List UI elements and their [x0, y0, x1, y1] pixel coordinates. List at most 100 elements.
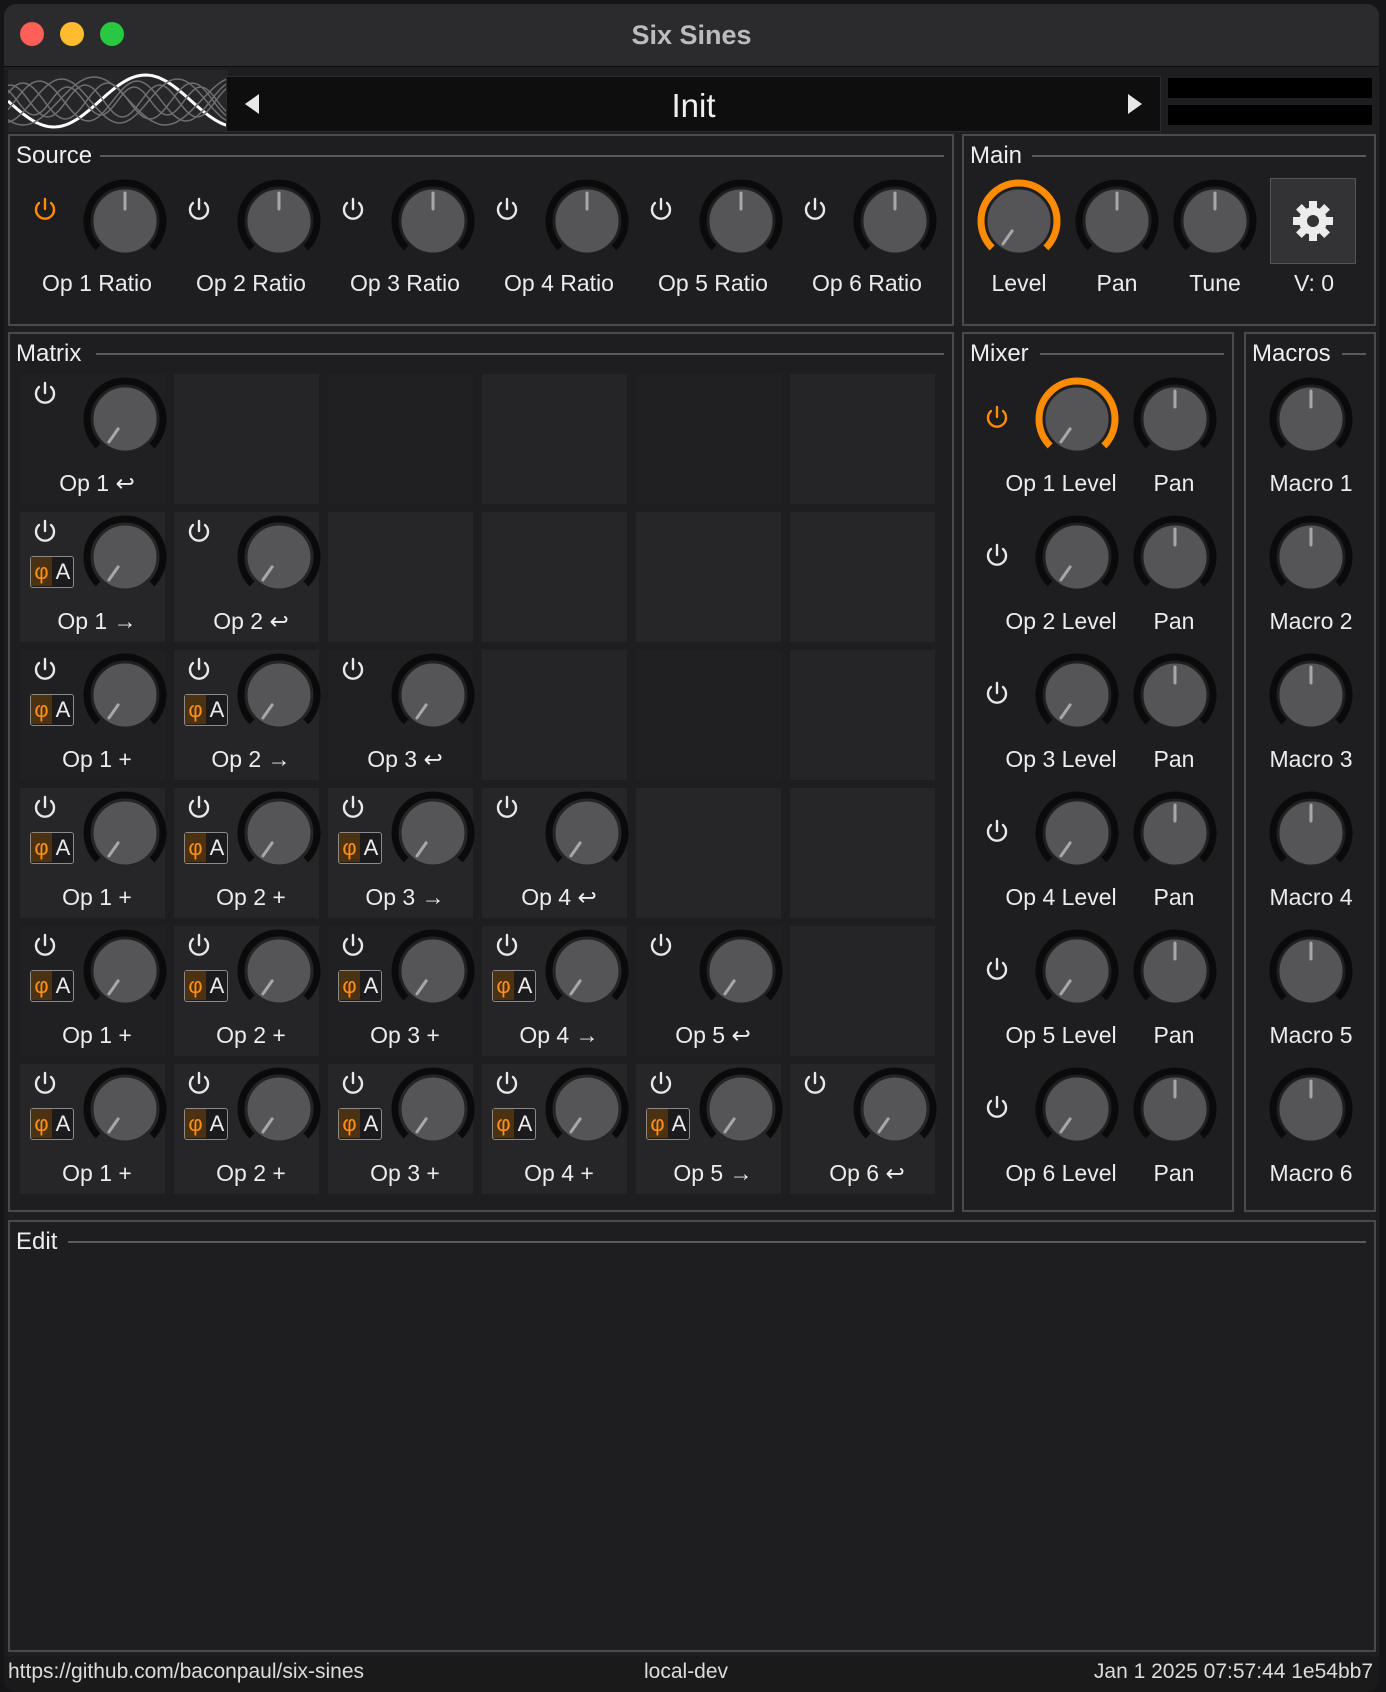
phase-toggle[interactable]: φA: [492, 970, 536, 1002]
status-url[interactable]: https://github.com/baconpaul/six-sines: [8, 1660, 364, 1684]
power-icon[interactable]: [982, 816, 1012, 846]
power-icon[interactable]: [30, 930, 60, 960]
depth-knob[interactable]: [542, 926, 632, 1016]
phase-toggle[interactable]: φA: [30, 970, 74, 1002]
macro-knob[interactable]: [1266, 788, 1356, 878]
phase-toggle[interactable]: φA: [184, 970, 228, 1002]
power-icon[interactable]: [30, 1068, 60, 1098]
depth-knob[interactable]: [80, 650, 170, 740]
op-level-knob[interactable]: [1032, 1064, 1122, 1154]
depth-knob[interactable]: [388, 650, 478, 740]
power-icon[interactable]: [338, 792, 368, 822]
tune-knob[interactable]: [1170, 176, 1260, 266]
pan-knob[interactable]: [1072, 176, 1162, 266]
ratio-knob[interactable]: [542, 176, 632, 266]
phase-toggle[interactable]: φA: [30, 832, 74, 864]
depth-knob[interactable]: [234, 788, 324, 878]
power-icon[interactable]: [184, 930, 214, 960]
phase-toggle[interactable]: φA: [338, 1108, 382, 1140]
power-icon[interactable]: [982, 402, 1012, 432]
phase-toggle[interactable]: φA: [492, 1108, 536, 1140]
depth-knob[interactable]: [80, 926, 170, 1016]
preset-name[interactable]: Init: [227, 87, 1160, 125]
phase-toggle[interactable]: φA: [338, 970, 382, 1002]
phase-toggle[interactable]: φA: [184, 694, 228, 726]
depth-knob[interactable]: [234, 650, 324, 740]
depth-knob[interactable]: [696, 926, 786, 1016]
depth-knob[interactable]: [234, 512, 324, 602]
power-icon[interactable]: [338, 930, 368, 960]
power-icon[interactable]: [492, 930, 522, 960]
power-icon[interactable]: [184, 1068, 214, 1098]
depth-knob[interactable]: [388, 926, 478, 1016]
preset-browser[interactable]: Init: [226, 76, 1161, 132]
level-knob[interactable]: [974, 176, 1064, 266]
phase-toggle[interactable]: φA: [338, 832, 382, 864]
phase-toggle[interactable]: φA: [184, 1108, 228, 1140]
macro-knob[interactable]: [1266, 926, 1356, 1016]
depth-knob[interactable]: [388, 1064, 478, 1154]
depth-knob[interactable]: [234, 926, 324, 1016]
power-icon[interactable]: [30, 516, 60, 546]
power-icon[interactable]: [800, 194, 830, 224]
power-icon[interactable]: [184, 654, 214, 684]
op-level-knob[interactable]: [1032, 512, 1122, 602]
power-icon[interactable]: [646, 930, 676, 960]
phase-toggle[interactable]: φA: [184, 832, 228, 864]
settings-button[interactable]: [1270, 178, 1356, 264]
power-icon[interactable]: [184, 516, 214, 546]
macro-knob[interactable]: [1266, 374, 1356, 464]
power-icon[interactable]: [800, 1068, 830, 1098]
op-level-knob[interactable]: [1032, 650, 1122, 740]
power-icon[interactable]: [30, 194, 60, 224]
depth-knob[interactable]: [234, 1064, 324, 1154]
ratio-knob[interactable]: [696, 176, 786, 266]
op-pan-knob[interactable]: [1130, 650, 1220, 740]
power-icon[interactable]: [184, 792, 214, 822]
ratio-knob[interactable]: [388, 176, 478, 266]
ratio-knob[interactable]: [850, 176, 940, 266]
depth-knob[interactable]: [542, 1064, 632, 1154]
ratio-knob[interactable]: [80, 176, 170, 266]
phase-toggle[interactable]: φA: [30, 556, 74, 588]
power-icon[interactable]: [646, 194, 676, 224]
power-icon[interactable]: [646, 1068, 676, 1098]
op-level-knob[interactable]: [1032, 926, 1122, 1016]
power-icon[interactable]: [338, 194, 368, 224]
power-icon[interactable]: [982, 540, 1012, 570]
depth-knob[interactable]: [80, 512, 170, 602]
op-pan-knob[interactable]: [1130, 1064, 1220, 1154]
power-icon[interactable]: [338, 1068, 368, 1098]
power-icon[interactable]: [30, 792, 60, 822]
power-icon[interactable]: [492, 792, 522, 822]
op-pan-knob[interactable]: [1130, 788, 1220, 878]
power-icon[interactable]: [184, 194, 214, 224]
phase-toggle[interactable]: φA: [30, 694, 74, 726]
phase-toggle[interactable]: φA: [30, 1108, 74, 1140]
depth-knob[interactable]: [388, 788, 478, 878]
power-icon[interactable]: [982, 1092, 1012, 1122]
macro-knob[interactable]: [1266, 512, 1356, 602]
power-icon[interactable]: [30, 654, 60, 684]
depth-knob[interactable]: [80, 788, 170, 878]
op-level-knob[interactable]: [1032, 374, 1122, 464]
power-icon[interactable]: [338, 654, 368, 684]
macro-knob[interactable]: [1266, 650, 1356, 740]
phase-toggle[interactable]: φA: [646, 1108, 690, 1140]
op-pan-knob[interactable]: [1130, 374, 1220, 464]
depth-knob[interactable]: [850, 1064, 940, 1154]
macro-knob[interactable]: [1266, 1064, 1356, 1154]
power-icon[interactable]: [492, 194, 522, 224]
power-icon[interactable]: [30, 378, 60, 408]
op-pan-knob[interactable]: [1130, 512, 1220, 602]
power-icon[interactable]: [492, 1068, 522, 1098]
power-icon[interactable]: [982, 678, 1012, 708]
ratio-knob[interactable]: [234, 176, 324, 266]
depth-knob[interactable]: [80, 374, 170, 464]
power-icon[interactable]: [982, 954, 1012, 984]
op-level-knob[interactable]: [1032, 788, 1122, 878]
depth-knob[interactable]: [542, 788, 632, 878]
depth-knob[interactable]: [80, 1064, 170, 1154]
next-preset-button[interactable]: [1100, 77, 1160, 131]
op-pan-knob[interactable]: [1130, 926, 1220, 1016]
